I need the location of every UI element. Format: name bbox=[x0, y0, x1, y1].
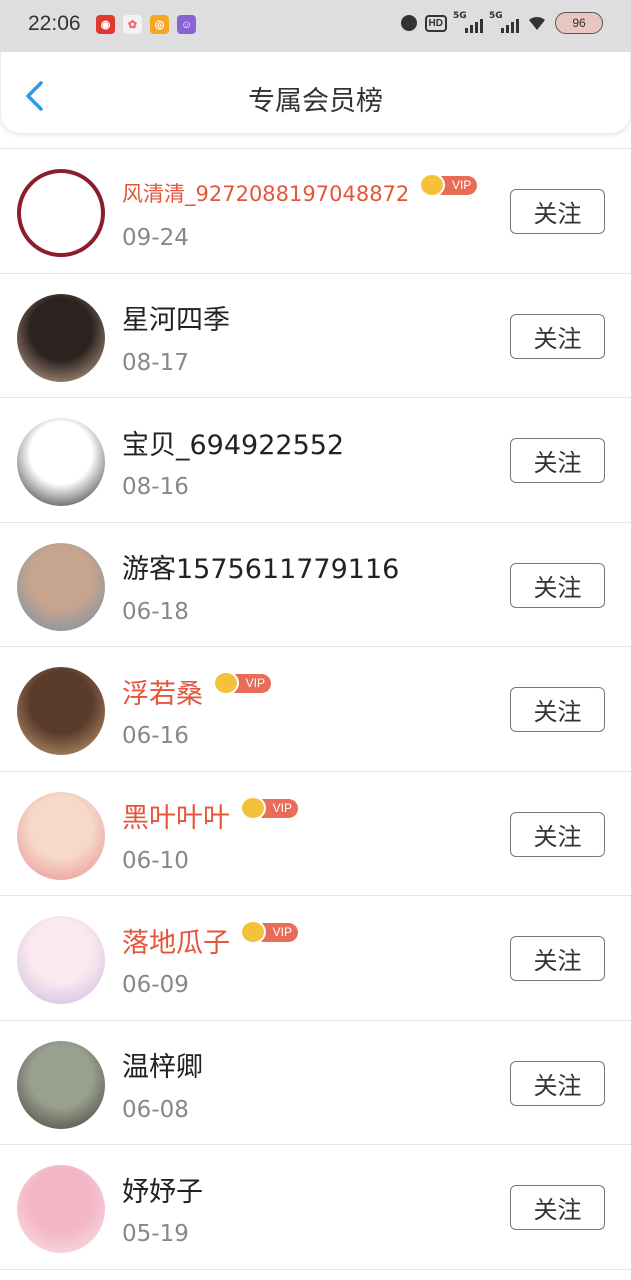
member-name-line: 妤妤子 bbox=[122, 1169, 203, 1209]
member-row[interactable]: 落地瓜子 VIP 06-09 关注 bbox=[0, 896, 631, 1021]
page-header: 专属会员榜 bbox=[0, 52, 631, 134]
follow-button[interactable]: 关注 bbox=[510, 562, 605, 608]
status-bar: 22:06 ◉ ✿ ◎ ☺ HD 5G 5G 96 bbox=[0, 0, 631, 52]
portrait-avatar[interactable] bbox=[17, 1040, 105, 1129]
follow-button[interactable]: 关注 bbox=[510, 438, 605, 483]
plush-toy-avatar[interactable] bbox=[17, 1165, 105, 1253]
member-name: 浮若桑 bbox=[122, 678, 203, 710]
member-row[interactable]: 浮若桑 VIP 06-16 关注 bbox=[0, 647, 631, 772]
netease-music-icon: ◉ bbox=[96, 15, 115, 34]
wifi-icon bbox=[529, 16, 545, 30]
member-name: 落地瓜子 bbox=[122, 927, 230, 959]
member-name-line: 黑叶叶叶 VIP bbox=[122, 795, 298, 836]
member-row[interactable]: 风清清_9272088197048872 VIP 09-24 关注 bbox=[0, 149, 631, 274]
member-list: 风清清_9272088197048872 VIP 09-24 关注 星河四季 08-17 关… bbox=[0, 148, 631, 1270]
crown-icon bbox=[240, 920, 266, 944]
member-name-line: 浮若桑 VIP bbox=[122, 671, 271, 711]
collage-avatar[interactable] bbox=[17, 667, 105, 755]
member-date: 06-10 bbox=[122, 847, 189, 874]
status-app-icons: ◉ ✿ ◎ ☺ bbox=[96, 15, 196, 34]
follow-button[interactable]: 关注 bbox=[510, 1185, 605, 1230]
member-date: 06-16 bbox=[122, 723, 189, 749]
signal-icon-2: 5G bbox=[489, 11, 519, 33]
member-name-line: 宝贝_694922552 bbox=[122, 422, 344, 462]
signal-label-2: 5G bbox=[489, 11, 503, 21]
crown-icon bbox=[240, 795, 266, 820]
follow-button[interactable]: 关注 bbox=[510, 936, 605, 981]
qq-penguin-avatar[interactable] bbox=[17, 418, 105, 506]
member-row[interactable]: 温梓卿 06-08 关注 bbox=[0, 1021, 631, 1145]
anime-girl-avatar[interactable] bbox=[17, 293, 105, 382]
member-name: 温梓卿 bbox=[122, 1052, 203, 1083]
page-title: 专属会员榜 bbox=[248, 86, 383, 117]
member-row[interactable]: 星河四季 08-17 关注 bbox=[0, 274, 631, 398]
member-name-line: 落地瓜子 VIP bbox=[122, 920, 298, 960]
follow-button[interactable]: 关注 bbox=[510, 189, 605, 234]
status-time: 22:06 bbox=[28, 12, 81, 35]
battery-icon: 96 bbox=[555, 12, 603, 34]
alarm-icon bbox=[400, 15, 417, 31]
member-name: 星河四季 bbox=[122, 305, 230, 336]
member-name: 风清清_9272088197048872 bbox=[122, 182, 410, 206]
member-name: 宝贝_694922552 bbox=[122, 429, 345, 461]
member-name: 游客1575611779116 bbox=[122, 554, 400, 585]
member-name-line: 游客1575611779116 bbox=[122, 547, 399, 587]
member-name: 黑叶叶叶 bbox=[122, 803, 230, 834]
signal-label: 5G bbox=[453, 11, 467, 21]
cartoon-avatar[interactable] bbox=[17, 169, 105, 257]
member-date: 06-18 bbox=[122, 598, 189, 625]
photo-avatar[interactable] bbox=[17, 542, 105, 631]
anime-girl-pink-avatar[interactable] bbox=[17, 916, 105, 1004]
member-date: 08-17 bbox=[122, 349, 189, 376]
follow-button[interactable]: 关注 bbox=[510, 313, 605, 359]
weibo-icon: ◎ bbox=[150, 15, 169, 34]
follow-button[interactable]: 关注 bbox=[510, 1060, 605, 1106]
member-name: 妤妤子 bbox=[122, 1176, 203, 1208]
member-date: 05-19 bbox=[122, 1221, 189, 1247]
member-name-line: 风清清_9272088197048872 VIP bbox=[122, 173, 478, 213]
vip-badge: VIP bbox=[240, 795, 298, 820]
signal-icon: 5G bbox=[453, 11, 483, 33]
member-date: 09-24 bbox=[122, 225, 189, 251]
hd-icon: HD bbox=[424, 14, 447, 32]
photo-app-icon: ✿ bbox=[123, 15, 142, 34]
status-indicators: HD 5G 5G 96 bbox=[400, 11, 603, 34]
purple-app-icon: ☺ bbox=[177, 15, 196, 34]
member-row[interactable]: 妤妤子 05-19 关注 bbox=[0, 1145, 631, 1270]
member-name-line: 温梓卿 bbox=[122, 1045, 203, 1085]
member-date: 08-16 bbox=[122, 474, 189, 500]
vip-badge: VIP bbox=[213, 671, 271, 695]
member-row[interactable]: 黑叶叶叶 VIP 06-10 关注 bbox=[0, 772, 631, 896]
crown-icon bbox=[213, 671, 239, 695]
follow-button[interactable]: 关注 bbox=[510, 811, 605, 857]
follow-button[interactable]: 关注 bbox=[510, 687, 605, 732]
member-row[interactable]: 游客1575611779116 06-18 关注 bbox=[0, 523, 631, 647]
vip-badge: VIP bbox=[240, 920, 298, 944]
member-row[interactable]: 宝贝_694922552 08-16 关注 bbox=[0, 398, 631, 523]
cartoon-face-avatar[interactable] bbox=[17, 791, 105, 880]
member-date: 06-09 bbox=[122, 972, 189, 998]
member-date: 06-08 bbox=[122, 1096, 189, 1123]
vip-badge: VIP bbox=[419, 173, 478, 197]
member-name-line: 星河四季 bbox=[122, 298, 230, 338]
